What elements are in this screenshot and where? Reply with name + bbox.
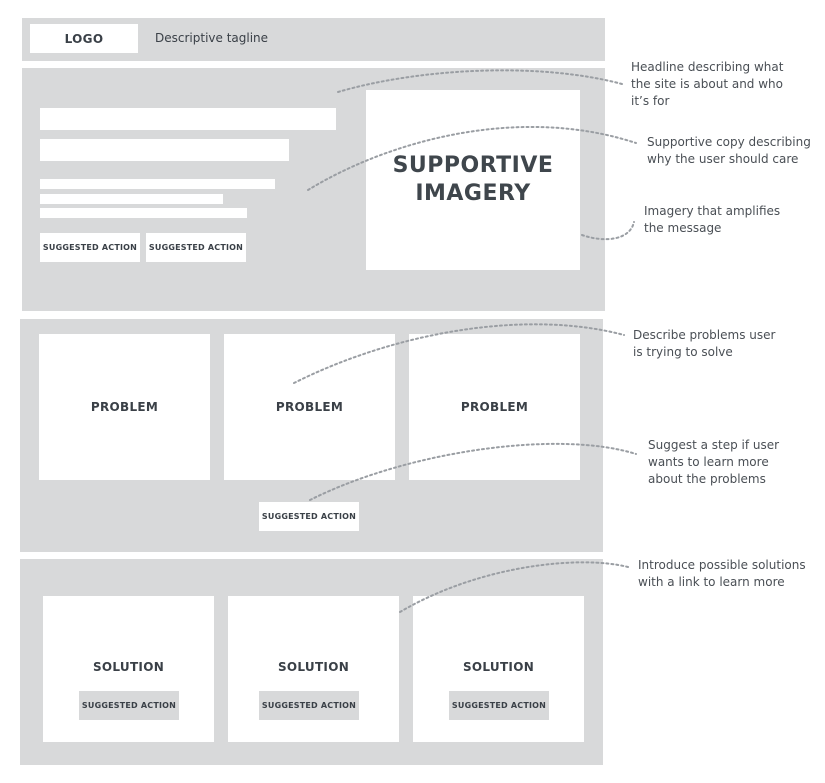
- annotation-supportive-copy: Supportive copy describing why the user …: [647, 135, 811, 166]
- connector-imagery: [581, 221, 635, 241]
- annotation-step: Suggest a step if user wants to learn mo…: [648, 438, 780, 486]
- connector-solutions: [399, 561, 629, 613]
- annotation-problems: Describe problems user is trying to solv…: [633, 328, 776, 359]
- connector-supportive-copy: [307, 126, 637, 191]
- annotation-imagery: Imagery that amplifies the message: [644, 204, 781, 235]
- annotation-headline: Headline describing what the site is abo…: [631, 60, 784, 108]
- connector-headline: [337, 69, 623, 93]
- annotation-connectors: [293, 69, 637, 613]
- annotation-solutions: Introduce possible solutions with a link…: [638, 558, 806, 589]
- connector-step: [309, 442, 637, 501]
- connector-problems: [293, 323, 625, 384]
